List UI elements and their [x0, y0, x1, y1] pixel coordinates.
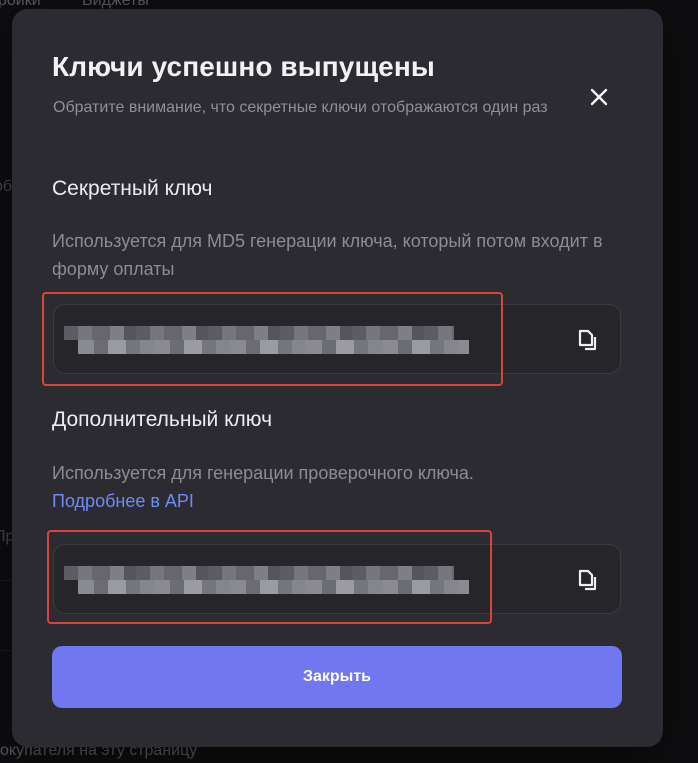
additional-key-description: Используется для генерации проверочного … [52, 463, 474, 483]
close-button[interactable] [585, 83, 613, 111]
secret-key-title: Секретный ключ [52, 177, 213, 200]
copy-additional-key-button[interactable] [574, 566, 602, 594]
additional-key-field[interactable] [53, 544, 621, 614]
secret-key-description: Используется для MD5 генерации ключа, ко… [52, 231, 603, 279]
secret-key-field[interactable] [53, 304, 621, 374]
modal-title: Ключи успешно выпущены [52, 51, 435, 82]
secret-key-value-blurred [64, 325, 469, 355]
api-docs-link[interactable]: Подробнее в API [52, 487, 194, 515]
copy-icon [578, 329, 597, 351]
keys-issued-modal: Ключи успешно выпущены Обратите внимание… [12, 9, 663, 747]
additional-key-value-blurred [64, 565, 469, 595]
copy-secret-key-button[interactable] [574, 326, 602, 354]
copy-icon [578, 569, 597, 591]
modal-subtitle: Обратите внимание, что секретные ключи о… [53, 99, 548, 116]
close-icon [590, 88, 608, 106]
additional-key-title: Дополнительный ключ [52, 408, 273, 431]
close-modal-button[interactable]: Закрыть [52, 646, 622, 708]
